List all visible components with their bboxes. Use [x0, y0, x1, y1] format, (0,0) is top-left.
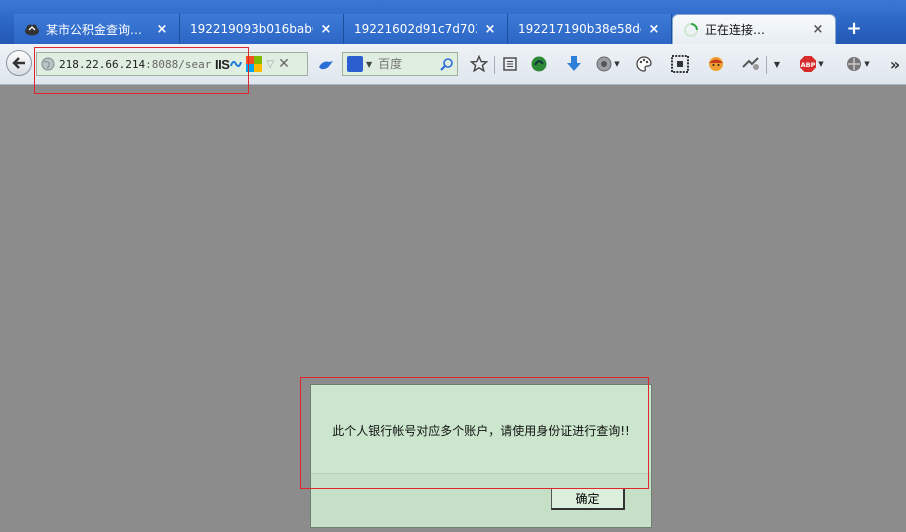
tab-4-close-icon[interactable]: ×	[647, 22, 661, 37]
address-bar[interactable]: 218.22.66.214:8088/search. IIS ▽ ✕	[36, 52, 308, 76]
wave-icon	[230, 60, 243, 68]
search-input[interactable]	[378, 57, 439, 71]
tab-2[interactable]: 192219093b016bab0df… ×	[180, 14, 344, 44]
url-host: 218.22.66.214	[59, 57, 146, 71]
green-addon-icon[interactable]	[529, 54, 549, 74]
new-tab-button[interactable]: +	[844, 18, 864, 40]
stop-loading-icon[interactable]: ✕	[278, 56, 290, 72]
ok-button[interactable]: 确定	[551, 488, 625, 510]
tab-strip: 某市公积金查询… × 192219093b016bab0df… × 192216…	[0, 0, 906, 44]
tab-1-close-icon[interactable]: ×	[155, 22, 169, 37]
address-url[interactable]: 218.22.66.214:8088/search.	[59, 58, 211, 71]
search-icon[interactable]	[440, 57, 454, 71]
cloud-icon	[24, 21, 40, 37]
mouse-gesture-icon[interactable]	[741, 54, 761, 74]
sync-addon-icon[interactable]	[844, 54, 864, 74]
alert-dialog: 此个人银行帐号对应多个账户，请使用身份证进行查询!! 确定	[310, 384, 652, 528]
windows-logo-icon[interactable]	[246, 56, 263, 72]
iis-server-badge[interactable]: IIS	[215, 57, 230, 72]
tab-4[interactable]: 192217190b38e58dd6f… ×	[508, 14, 672, 44]
toolbar-overflow-glyph: »	[889, 54, 901, 74]
bookmark-star-icon[interactable]	[469, 54, 489, 74]
adblock-dropdown-icon[interactable]: ▼	[816, 54, 826, 74]
svg-text:ABP: ABP	[801, 61, 816, 69]
tab-1[interactable]: 某市公积金查询… ×	[14, 14, 180, 44]
back-button[interactable]	[6, 50, 32, 76]
bookmarks-list-icon[interactable]	[500, 54, 520, 74]
loading-spinner-icon	[683, 22, 699, 38]
tab-2-label: 192219093b016bab0df…	[190, 22, 313, 36]
site-identity-globe-icon[interactable]	[41, 57, 55, 71]
tab-1-label: 某市公积金查询…	[46, 22, 143, 37]
bird-addon-icon[interactable]	[318, 58, 334, 72]
sync-dropdown-icon[interactable]: ▼	[862, 54, 872, 74]
navigation-toolbar: 218.22.66.214:8088/search. IIS ▽ ✕ ▼ ▼	[0, 44, 906, 85]
tab-5-active[interactable]: 正在连接… ×	[672, 14, 836, 44]
dialog-message: 此个人银行帐号对应多个账户，请使用身份证进行查询!!	[332, 424, 630, 438]
tab-5-close-icon[interactable]: ×	[811, 22, 825, 37]
search-bar[interactable]: ▼	[342, 52, 458, 76]
toolbar-dropdown-icon[interactable]: ▼	[770, 54, 784, 74]
tab-2-close-icon[interactable]: ×	[319, 22, 333, 37]
adblock-plus-icon[interactable]: ABP	[798, 54, 818, 74]
tab-5-label: 正在连接…	[705, 23, 766, 37]
gray-addon-dropdown-icon[interactable]: ▼	[612, 54, 622, 74]
tab-3[interactable]: 19221602d91c7d70321… ×	[344, 14, 508, 44]
url-path: :8088/search.	[145, 57, 211, 71]
gray-addon-icon[interactable]	[594, 54, 614, 74]
tab-3-close-icon[interactable]: ×	[483, 22, 497, 37]
back-arrow-icon	[12, 57, 25, 69]
tab-3-label: 19221602d91c7d70321…	[354, 22, 477, 36]
face-addon-icon[interactable]	[706, 54, 726, 74]
baidu-paw-icon[interactable]	[347, 56, 363, 72]
toolbar-overflow-chevron-icon[interactable]: »	[886, 54, 904, 74]
tab-4-label: 192217190b38e58dd6f…	[518, 22, 641, 36]
search-engine-dropdown-icon[interactable]: ▼	[366, 60, 372, 69]
qr-code-icon[interactable]	[670, 54, 690, 74]
download-icon[interactable]	[564, 54, 584, 74]
url-dropdown-icon[interactable]: ▽	[266, 59, 274, 70]
palette-icon[interactable]	[634, 54, 654, 74]
